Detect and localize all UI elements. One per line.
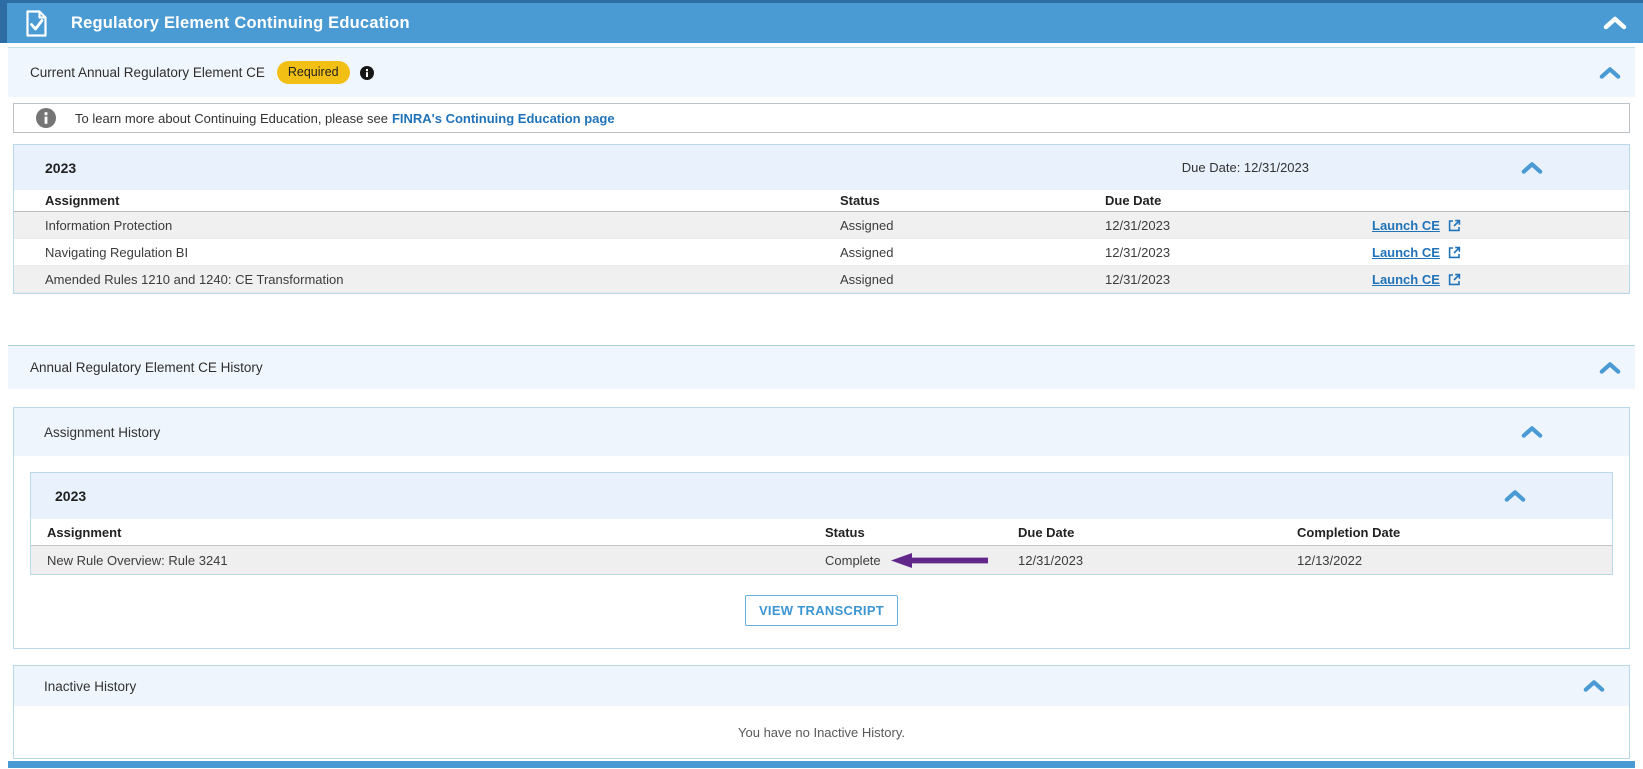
history-assignments-table: Assignment Status Due Date Completion Da… (31, 519, 1612, 574)
assignment-due-date: 12/31/2023 (1105, 245, 1372, 260)
panel-due-date: Due Date: 12/31/2023 (1182, 160, 1309, 175)
assignment-name: Information Protection (14, 218, 840, 233)
table-row: Amended Rules 1210 and 1240: CE Transfor… (14, 266, 1629, 293)
assignment-history-header[interactable]: Assignment History (14, 408, 1629, 456)
banner-text: To learn more about Continuing Education… (75, 111, 388, 126)
inactive-history-title: Inactive History (44, 679, 136, 694)
current-assignments-table: Assignment Status Due Date Information P… (14, 190, 1629, 293)
page-header: Regulatory Element Continuing Education (0, 0, 1643, 43)
external-link-icon (1447, 218, 1462, 233)
collapse-page-chevron-up-icon[interactable] (1603, 16, 1627, 30)
col-assignment: Assignment (14, 193, 840, 208)
info-icon[interactable] (360, 66, 374, 80)
current-ce-section-header[interactable]: Current Annual Regulatory Element CE Req… (8, 47, 1635, 97)
collapse-panel-chevron-up-icon[interactable] (1521, 161, 1543, 174)
col-due-date: Due Date (1105, 193, 1372, 208)
assignment-completion-date: 12/13/2022 (1297, 553, 1612, 568)
info-icon (36, 108, 56, 128)
history-year-header[interactable]: 2023 (31, 473, 1612, 519)
info-banner: To learn more about Continuing Education… (13, 103, 1630, 133)
year-label: 2023 (55, 488, 86, 504)
assignment-history-panel: Assignment History 2023 Assignment Statu… (13, 407, 1630, 649)
document-check-icon (24, 9, 49, 38)
external-link-icon (1447, 245, 1462, 260)
annotation-arrow-icon (891, 552, 989, 569)
table-row: Information Protection Assigned 12/31/20… (14, 212, 1629, 239)
launch-ce-link[interactable]: Launch CE (1372, 245, 1462, 260)
assignment-due-date: 12/31/2023 (1105, 272, 1372, 287)
launch-ce-link[interactable]: Launch CE (1372, 272, 1462, 287)
collapse-panel-chevron-up-icon[interactable] (1583, 680, 1605, 693)
table-row: Navigating Regulation BI Assigned 12/31/… (14, 239, 1629, 266)
col-status: Status (840, 193, 1105, 208)
col-completion-date: Completion Date (1297, 525, 1612, 540)
history-section-title: Annual Regulatory Element CE History (30, 360, 263, 375)
view-transcript-button[interactable]: VIEW TRANSCRIPT (745, 595, 898, 626)
table-row: New Rule Overview: Rule 3241 Complete 12… (31, 546, 1612, 574)
year-panel-header[interactable]: 2023 Due Date: 12/31/2023 (14, 145, 1629, 190)
col-due-date: Due Date (1018, 525, 1297, 540)
assignment-due-date: 12/31/2023 (1105, 218, 1372, 233)
assignment-due-date: 12/31/2023 (1018, 553, 1297, 568)
assignment-name: Navigating Regulation BI (14, 245, 840, 260)
history-section-header[interactable]: Annual Regulatory Element CE History (8, 345, 1635, 389)
assignment-name: Amended Rules 1210 and 1240: CE Transfor… (14, 272, 840, 287)
finra-continuing-education-link[interactable]: FINRA's Continuing Education page (392, 111, 615, 126)
assignment-status: Assigned (840, 272, 1105, 287)
assignment-name: New Rule Overview: Rule 3241 (31, 553, 825, 568)
collapsed-section-bar (8, 761, 1635, 768)
assignment-history-title: Assignment History (44, 425, 160, 440)
assignment-status: Complete (825, 553, 881, 568)
launch-ce-link[interactable]: Launch CE (1372, 218, 1462, 233)
assignment-status: Assigned (840, 218, 1105, 233)
external-link-icon (1447, 272, 1462, 287)
page-title: Regulatory Element Continuing Education (71, 14, 410, 33)
table-header-row: Assignment Status Due Date (14, 190, 1629, 212)
collapse-panel-chevron-up-icon[interactable] (1521, 426, 1543, 439)
current-ce-title: Current Annual Regulatory Element CE (30, 65, 265, 80)
history-year-panel: 2023 Assignment Status Due Date Completi… (30, 472, 1613, 575)
assignment-status: Assigned (840, 245, 1105, 260)
required-badge: Required (277, 61, 350, 84)
current-year-panel: 2023 Due Date: 12/31/2023 Assignment Sta… (13, 144, 1630, 294)
collapse-section-chevron-up-icon[interactable] (1599, 361, 1621, 374)
inactive-history-header[interactable]: Inactive History (14, 666, 1629, 706)
col-status: Status (825, 525, 1018, 540)
col-assignment: Assignment (31, 525, 825, 540)
collapse-panel-chevron-up-icon[interactable] (1504, 490, 1526, 503)
collapse-section-chevron-up-icon[interactable] (1599, 66, 1621, 79)
table-header-row: Assignment Status Due Date Completion Da… (31, 519, 1612, 546)
year-label: 2023 (45, 160, 76, 176)
inactive-history-panel: Inactive History You have no Inactive Hi… (13, 665, 1630, 759)
inactive-history-empty-text: You have no Inactive History. (14, 706, 1629, 758)
